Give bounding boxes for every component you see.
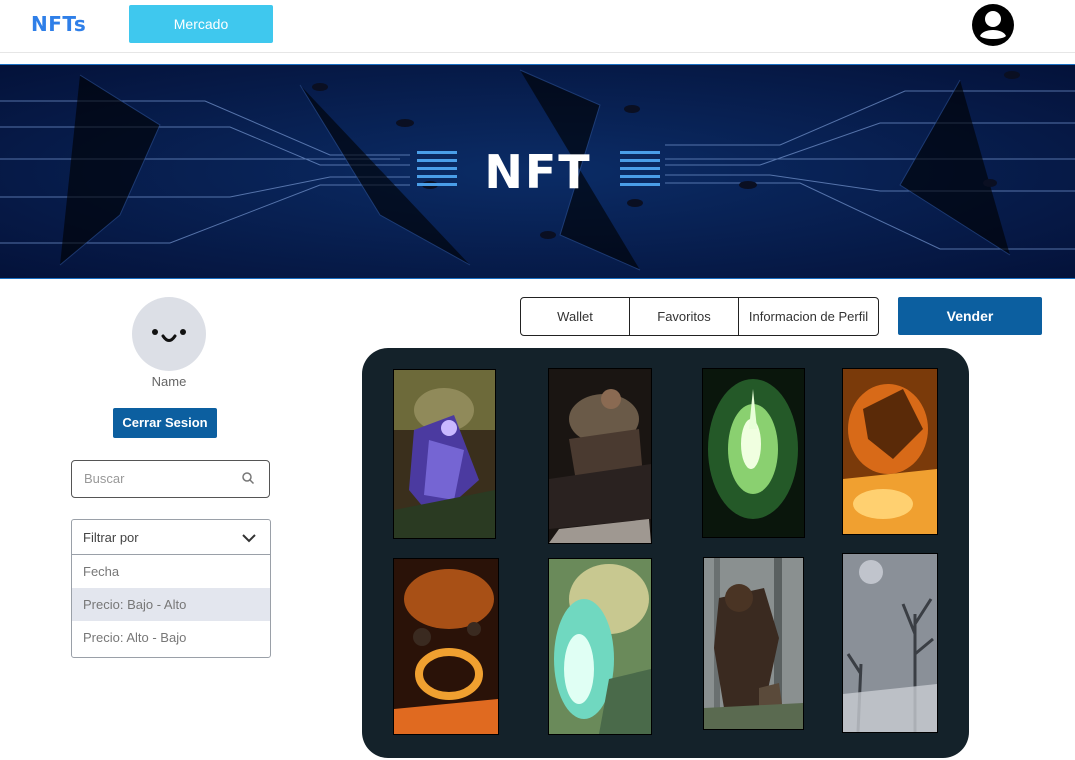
- sell-button[interactable]: Vender: [898, 297, 1042, 335]
- hero-banner: NFT: [0, 64, 1075, 279]
- nft-card-brute-warrior[interactable]: [548, 368, 652, 544]
- filter-option-price-high-low[interactable]: Precio: Alto - Bajo: [72, 621, 270, 654]
- top-navbar: NFTs Mercado: [0, 0, 1075, 53]
- nft-card-teal-energy[interactable]: [548, 558, 652, 735]
- filter-option-price-low-high[interactable]: Precio: Bajo - Alto: [72, 588, 270, 621]
- search-icon[interactable]: [241, 471, 255, 485]
- nft-card-fire-dragon[interactable]: [842, 368, 938, 535]
- tab-wallet[interactable]: Wallet: [521, 298, 630, 335]
- nft-card-purple-warrior[interactable]: [393, 369, 496, 539]
- search-input[interactable]: Buscar: [71, 460, 270, 498]
- nft-card-bear-forest[interactable]: [703, 557, 804, 730]
- filter-option-fecha[interactable]: Fecha: [72, 555, 270, 588]
- profile-tabs: Wallet Favoritos Informacion de Perfil: [520, 297, 879, 336]
- brand-logo[interactable]: NFTs: [31, 12, 86, 36]
- nft-card-fire-ring[interactable]: [393, 558, 499, 735]
- filter-dropdown[interactable]: Filtrar por Fecha Precio: Bajo - Alto Pr…: [71, 519, 271, 658]
- avatar: [132, 297, 206, 371]
- filter-select[interactable]: Filtrar por: [72, 520, 270, 555]
- search-placeholder: Buscar: [84, 471, 125, 486]
- nft-card-misty-forest[interactable]: [842, 553, 938, 733]
- nft-card-green-light[interactable]: [702, 368, 805, 538]
- filter-label: Filtrar por: [83, 530, 139, 545]
- chevron-down-icon[interactable]: [242, 531, 256, 545]
- nft-gallery: [362, 348, 969, 758]
- tab-favoritos[interactable]: Favoritos: [630, 298, 739, 335]
- profile-name: Name: [151, 374, 187, 389]
- account-icon[interactable]: [971, 3, 1015, 47]
- market-button[interactable]: Mercado: [129, 5, 273, 43]
- logout-button[interactable]: Cerrar Sesion: [113, 408, 217, 438]
- banner-logo: NFT: [484, 145, 591, 199]
- tab-informacion-perfil[interactable]: Informacion de Perfil: [739, 298, 878, 335]
